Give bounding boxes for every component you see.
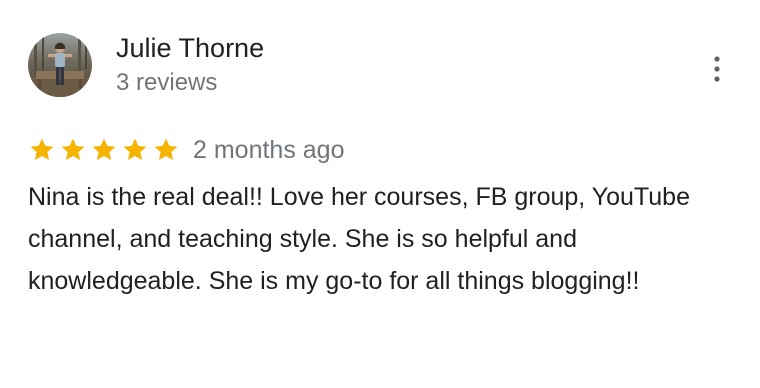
- reviewer-name[interactable]: Julie Thorne: [116, 32, 264, 64]
- more-options-button[interactable]: [700, 50, 734, 88]
- reviewer-photo: [28, 33, 92, 97]
- star-icon: [92, 138, 116, 161]
- star-icon: [30, 138, 54, 161]
- review-date: 2 months ago: [193, 136, 345, 164]
- star-icon: [123, 138, 147, 161]
- rating-row: 2 months ago: [28, 133, 345, 167]
- star-icon: [154, 138, 178, 161]
- more-vertical-icon: [714, 56, 720, 82]
- reviewer-review-count[interactable]: 3 reviews: [116, 68, 264, 98]
- reviewer-info: Julie Thorne 3 reviews: [116, 32, 264, 98]
- star-icon: [61, 138, 85, 161]
- review-card: Julie Thorne 3 reviews 2 months ago Nina…: [0, 0, 760, 388]
- star-rating: [28, 136, 183, 164]
- review-text: Nina is the real deal!! Love her courses…: [28, 183, 690, 295]
- avatar[interactable]: [28, 33, 92, 97]
- review-header: Julie Thorne 3 reviews: [28, 32, 264, 98]
